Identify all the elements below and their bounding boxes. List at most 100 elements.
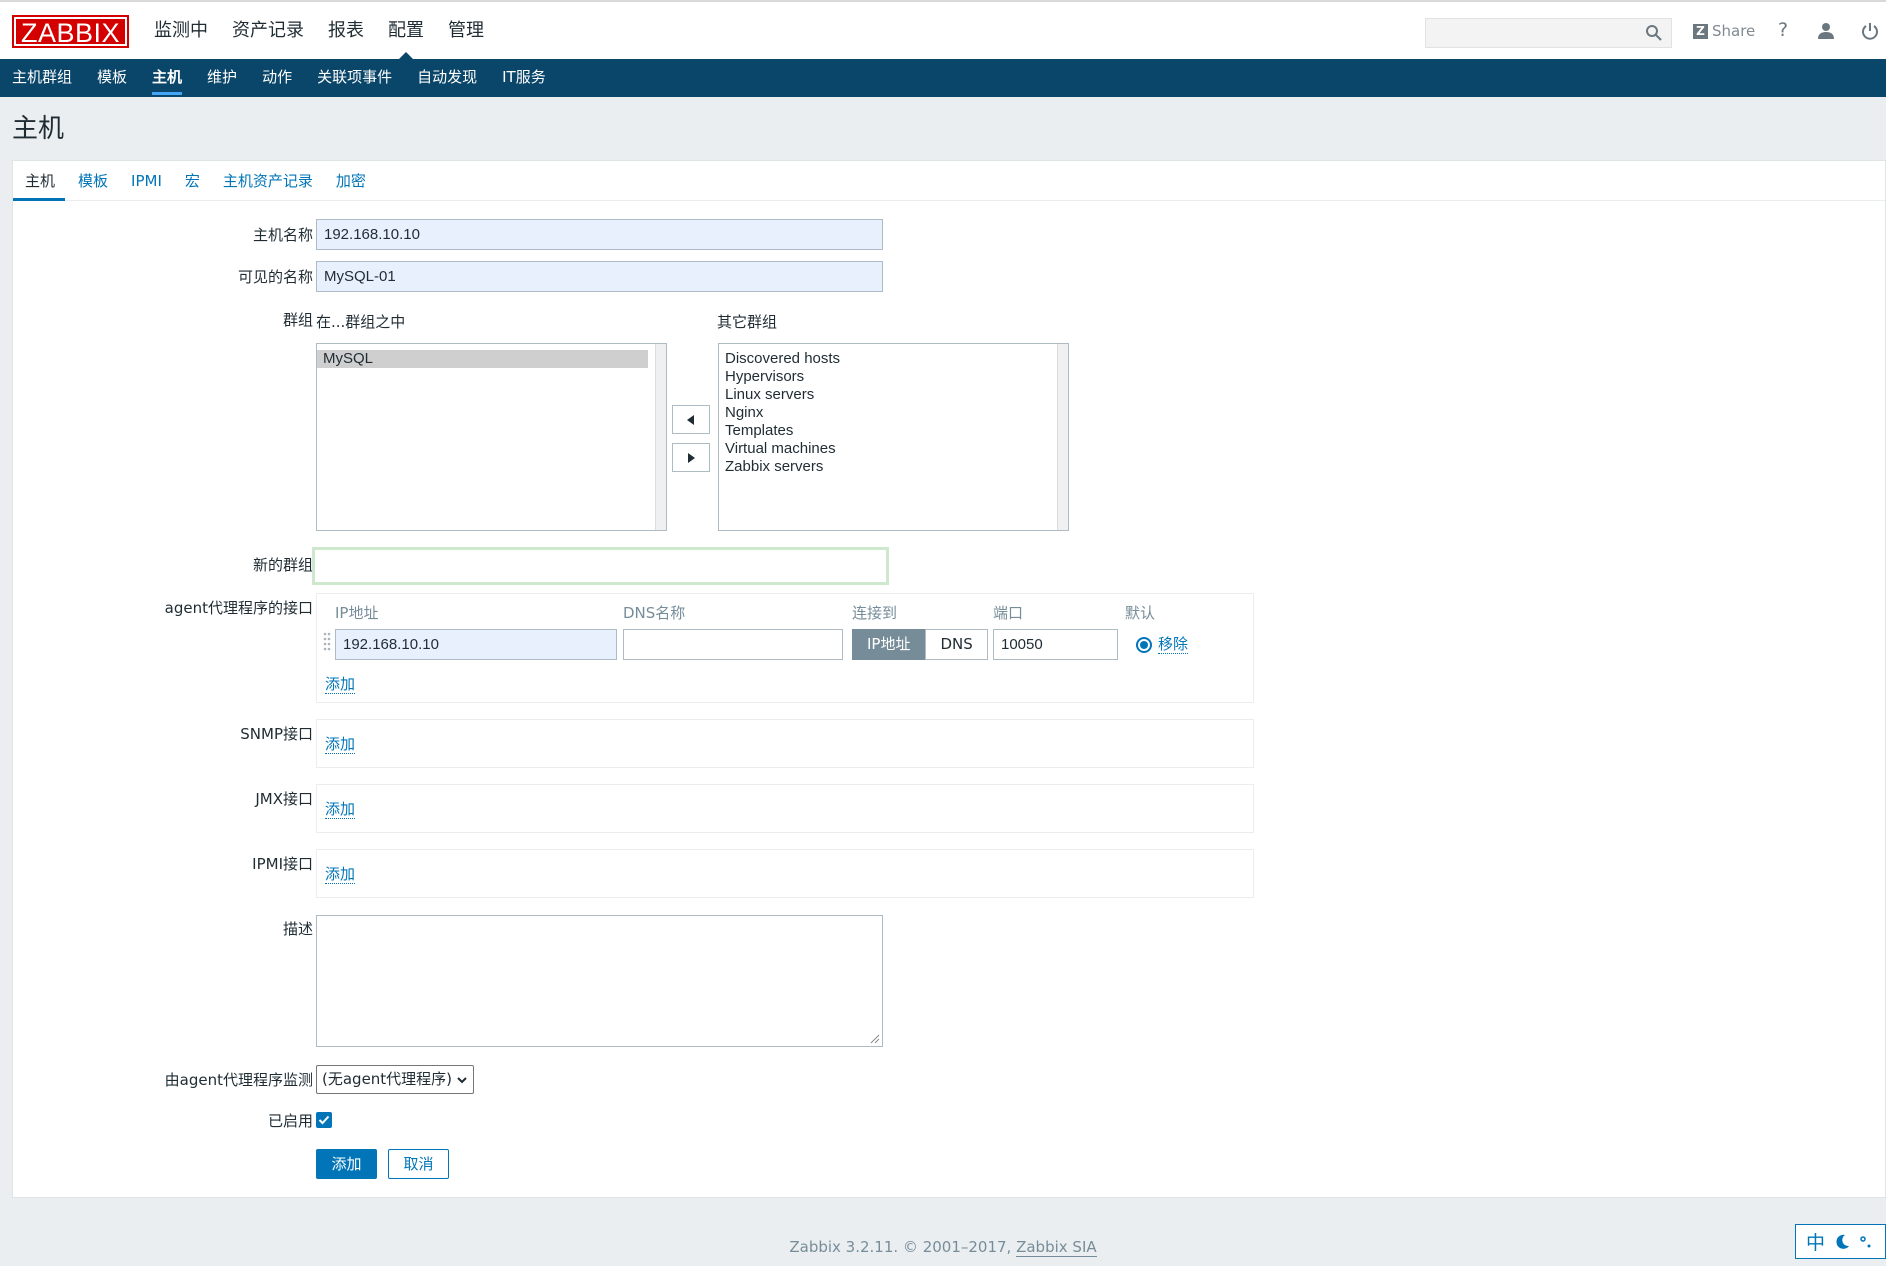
tab-ipmi[interactable]: IPMI: [131, 161, 162, 200]
footer: Zabbix 3.2.11. © 2001–2017, Zabbix SIA: [0, 1238, 1886, 1257]
description-label: 描述: [282, 920, 313, 938]
connect-ip-option[interactable]: IP地址: [852, 629, 926, 660]
page-title: 主机: [12, 114, 65, 144]
scrollbar[interactable]: [655, 344, 666, 530]
description-textarea[interactable]: [316, 915, 883, 1047]
resize-handle-icon[interactable]: [870, 1034, 880, 1044]
moon-icon[interactable]: [1833, 1233, 1851, 1251]
tab-templates[interactable]: 模板: [78, 161, 108, 200]
ipmi-interfaces-box: 添加: [316, 849, 1254, 898]
agent-interfaces-label: agent代理程序的接口: [164, 599, 313, 617]
add-snmp-interface-link[interactable]: 添加: [325, 736, 356, 754]
zabbix-share-icon: Z: [1693, 23, 1708, 39]
enabled-label: 已启用: [267, 1112, 313, 1130]
move-right-button[interactable]: [672, 443, 710, 472]
nav-reports[interactable]: 报表: [328, 2, 364, 59]
in-groups-label: 在...群组之中: [316, 313, 406, 331]
drag-handle-icon[interactable]: [323, 632, 331, 654]
ime-toolbar[interactable]: 中: [1795, 1224, 1886, 1259]
col-dns-header: DNS名称: [623, 604, 686, 622]
host-name-label: 主机名称: [252, 226, 313, 244]
monitored-by-proxy-label: 由agent代理程序监测: [164, 1071, 313, 1089]
subnav-it-services[interactable]: IT服务: [502, 59, 546, 97]
top-header: ZABBIX 监测中 资产记录 报表 配置 管理 Z Share ?: [0, 0, 1886, 60]
form-tabs: 主机 模板 IPMI 宏 主机资产记录 加密: [12, 161, 1885, 201]
list-item[interactable]: Linux servers: [719, 386, 1068, 404]
nav-administration[interactable]: 管理: [448, 2, 484, 59]
other-groups-list[interactable]: Discovered hosts Hypervisors Linux serve…: [718, 343, 1069, 531]
add-ipmi-interface-link[interactable]: 添加: [325, 866, 356, 884]
col-connect-header: 连接到: [852, 604, 898, 622]
add-agent-interface-link[interactable]: 添加: [325, 676, 356, 694]
new-group-input[interactable]: [312, 547, 889, 585]
arrow-left-icon: [687, 414, 694, 425]
search-icon[interactable]: [1645, 24, 1663, 42]
scrollbar[interactable]: [1057, 344, 1068, 530]
connect-dns-option[interactable]: DNS: [925, 629, 988, 660]
move-left-button[interactable]: [672, 405, 710, 434]
snmp-interfaces-box: 添加: [316, 719, 1254, 768]
new-group-label: 新的群组: [252, 556, 313, 574]
snmp-interfaces-label: SNMP接口: [240, 725, 313, 743]
visible-name-label: 可见的名称: [237, 268, 313, 286]
list-item[interactable]: MySQL: [317, 350, 648, 368]
visible-name-input[interactable]: MySQL-01: [316, 261, 883, 292]
agent-interfaces-box: IP地址 DNS名称 连接到 端口 默认 192.168.10.10 IP地址 …: [316, 593, 1254, 703]
other-groups-label: 其它群组: [717, 313, 778, 331]
host-form-card: 主机 模板 IPMI 宏 主机资产记录 加密 主机名称 192.168.10.1…: [12, 160, 1886, 1198]
agent-dns-input[interactable]: [623, 629, 843, 660]
agent-ip-input[interactable]: 192.168.10.10: [335, 629, 617, 660]
user-profile-icon[interactable]: [1816, 21, 1836, 41]
sub-nav: 主机群组 模板 主机 维护 动作 关联项事件 自动发现 IT服务: [0, 59, 1886, 97]
subnav-correlation[interactable]: 关联项事件: [317, 59, 392, 97]
subnav-host-groups[interactable]: 主机群组: [12, 59, 72, 97]
list-item[interactable]: Templates: [719, 422, 1068, 440]
list-item[interactable]: Hypervisors: [719, 368, 1068, 386]
nav-configuration[interactable]: 配置: [388, 2, 424, 60]
subnav-actions[interactable]: 动作: [262, 59, 292, 97]
host-name-input[interactable]: 192.168.10.10: [316, 219, 883, 250]
share-link[interactable]: Z Share: [1693, 22, 1755, 40]
agent-port-input[interactable]: 10050: [993, 629, 1118, 660]
enabled-checkbox[interactable]: [316, 1112, 332, 1128]
nav-inventory[interactable]: 资产记录: [232, 2, 304, 59]
proxy-selected-value: (无agent代理程序): [322, 1070, 453, 1088]
list-item[interactable]: Discovered hosts: [719, 350, 1068, 368]
subnav-hosts[interactable]: 主机: [152, 59, 183, 97]
tab-encryption[interactable]: 加密: [336, 161, 366, 200]
help-icon[interactable]: ?: [1778, 19, 1788, 41]
in-groups-list[interactable]: MySQL: [316, 343, 667, 531]
cancel-button[interactable]: 取消: [388, 1149, 449, 1179]
tab-macros[interactable]: 宏: [185, 161, 200, 200]
col-default-header: 默认: [1125, 604, 1156, 622]
tab-host[interactable]: 主机: [12, 161, 66, 201]
sign-out-icon[interactable]: [1860, 21, 1880, 41]
search-input[interactable]: [1425, 18, 1672, 48]
proxy-select[interactable]: (无agent代理程序): [316, 1065, 474, 1094]
remove-interface-link[interactable]: 移除: [1158, 636, 1189, 654]
col-port-header: 端口: [993, 604, 1024, 622]
share-label: Share: [1712, 22, 1756, 40]
default-interface-radio[interactable]: [1136, 637, 1152, 653]
punctuation-icon[interactable]: [1859, 1235, 1873, 1249]
arrow-right-icon: [688, 452, 695, 463]
list-item[interactable]: Virtual machines: [719, 440, 1068, 458]
zabbix-sia-link[interactable]: Zabbix SIA: [1016, 1238, 1097, 1257]
col-ip-header: IP地址: [335, 604, 379, 622]
list-item[interactable]: Zabbix servers: [719, 458, 1068, 476]
nav-monitoring[interactable]: 监测中: [154, 2, 208, 59]
add-jmx-interface-link[interactable]: 添加: [325, 801, 356, 819]
zabbix-logo[interactable]: ZABBIX: [12, 15, 129, 48]
subnav-templates[interactable]: 模板: [97, 59, 127, 97]
main-nav: 监测中 资产记录 报表 配置 管理: [154, 2, 508, 60]
subnav-maintenance[interactable]: 维护: [207, 59, 237, 97]
ipmi-interfaces-label: IPMI接口: [252, 855, 313, 873]
ime-language[interactable]: 中: [1806, 1228, 1825, 1255]
list-item[interactable]: Nginx: [719, 404, 1068, 422]
add-host-button[interactable]: 添加: [316, 1149, 377, 1179]
jmx-interfaces-label: JMX接口: [255, 790, 313, 808]
chevron-down-icon: [457, 1077, 467, 1084]
subnav-discovery[interactable]: 自动发现: [417, 59, 477, 97]
groups-label: 群组: [282, 311, 313, 329]
tab-inventory[interactable]: 主机资产记录: [223, 161, 313, 200]
